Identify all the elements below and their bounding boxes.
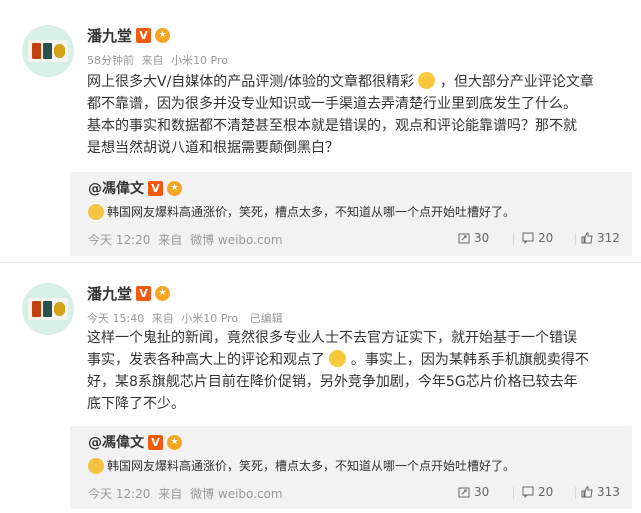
quote-source[interactable]: 微博 weibo.com	[190, 487, 283, 501]
like-icon	[581, 232, 593, 244]
medal-icon: ★	[167, 180, 182, 196]
edited-label[interactable]: 已编辑	[250, 312, 283, 325]
post-text-line: 是想当然胡说八道和根据需要颠倒黑白？	[87, 140, 339, 156]
like-icon	[581, 486, 593, 498]
quoted-text[interactable]: 韩国网友爆料高通涨价，笑死，槽点太多，不知道从哪一个点开始吐槽好了。	[107, 203, 515, 220]
post-body: 这样一个鬼扯的新闻，竟然很多专业人士不去官方证实下，就开始基于一个错误 事实，发…	[87, 327, 622, 415]
post-text-line: 基本的事实和数据都不清楚甚至根本就是错误的，观点和评论能靠谱吗？那不就	[87, 118, 577, 134]
verified-icon: V	[148, 180, 163, 196]
verified-icon: V	[136, 28, 152, 43]
repost-quote-card[interactable]: @馮偉文 V ★ 韩国网友爆料高通涨价，笑死，槽点太多，不知道从哪一个点开始吐槽…	[70, 172, 632, 256]
comment-count: 20	[538, 485, 554, 499]
verified-icon: V	[148, 434, 163, 450]
post-text-line: 好，某8系旗舰芯片目前在降价促销，另外竞争加剧，今年5G芯片价格已较去年	[87, 374, 578, 390]
post-time[interactable]: 58分钟前	[87, 54, 134, 67]
repost-count: 30	[474, 231, 490, 245]
thumbs-up-emoji-icon	[418, 72, 436, 89]
like-count: 313	[597, 485, 620, 499]
medal-icon: ★	[155, 286, 171, 301]
post-text-line: 事实，发表各种高大上的评论和观点了	[87, 352, 325, 368]
author-name-row: 潘九堂 V ★	[87, 25, 171, 46]
device-name[interactable]: 小米10 Pro	[171, 54, 228, 67]
avatar[interactable]	[22, 25, 74, 77]
quote-source[interactable]: 微博 weibo.com	[190, 233, 283, 247]
repost-count: 30	[474, 485, 490, 499]
laugh-emoji-icon	[329, 350, 347, 367]
repost-icon	[458, 233, 470, 244]
post-time[interactable]: 今天 15:40	[87, 312, 144, 325]
weibo-post: 潘九堂 V ★ 58分钟前 来自 小米10 Pro 网上很多大V/自媒体的产品评…	[0, 0, 641, 258]
comment-icon	[522, 232, 534, 244]
quoted-author-row: @馮偉文 V ★	[88, 178, 182, 198]
like-button[interactable]: 312	[581, 231, 620, 245]
quoted-text-row: 韩国网友爆料高通涨价，笑死，槽点太多，不知道从哪一个点开始吐槽好了。	[88, 457, 515, 474]
from-label: 来自	[158, 487, 183, 501]
like-button[interactable]: 313	[581, 485, 620, 499]
from-label: 来自	[158, 233, 183, 247]
repost-button[interactable]: 30	[458, 231, 489, 245]
quote-time[interactable]: 今天 12:20	[88, 487, 150, 501]
quoted-author[interactable]: @馮偉文	[88, 178, 144, 198]
author-name[interactable]: 潘九堂	[87, 283, 132, 304]
comment-count: 20	[538, 231, 554, 245]
weibo-post: 潘九堂 V ★ 今天 15:40 来自 小米10 Pro 已编辑 这样一个鬼扯的…	[0, 262, 641, 513]
post-body: 网上很多大V/自媒体的产品评测/体验的文章都很精彩 ，但大部分产业评论文章 都不…	[87, 71, 622, 159]
medal-icon: ★	[167, 434, 182, 450]
quoted-author[interactable]: @馮偉文	[88, 432, 144, 452]
avatar[interactable]	[22, 283, 74, 335]
comment-icon	[522, 486, 534, 498]
post-text-line: 。事实上，因为某韩系手机旗舰卖得不	[350, 352, 589, 368]
quote-time[interactable]: 今天 12:20	[88, 233, 150, 247]
post-text-line: 网上很多大V/自媒体的产品评测/体验的文章都很精彩	[87, 74, 415, 90]
face-emoji-icon	[88, 457, 104, 474]
medal-icon: ★	[155, 28, 171, 43]
device-name[interactable]: 小米10 Pro	[181, 312, 238, 325]
comment-button[interactable]: 20	[522, 485, 553, 499]
post-text-line: ，但大部分产业评论文章	[439, 74, 594, 90]
from-label: 来自	[141, 54, 164, 67]
quoted-text-row: 韩国网友爆料高通涨价，笑死，槽点太多，不知道从哪一个点开始吐槽好了。	[88, 203, 515, 220]
post-text-line: 这样一个鬼扯的新闻，竟然很多专业人士不去官方证实下，就开始基于一个错误	[87, 330, 577, 346]
from-label: 来自	[151, 312, 174, 325]
post-meta: 58分钟前 来自 小米10 Pro	[87, 52, 232, 68]
face-emoji-icon	[88, 203, 104, 220]
verified-icon: V	[136, 286, 152, 301]
quoted-author-row: @馮偉文 V ★	[88, 432, 182, 452]
post-text-line: 都不靠谱，因为很多并没专业知识或一手渠道去弄清楚行业里到底发生了什么。	[87, 96, 577, 112]
like-count: 312	[597, 231, 620, 245]
author-name[interactable]: 潘九堂	[87, 25, 132, 46]
author-name-row: 潘九堂 V ★	[87, 283, 171, 304]
comment-button[interactable]: 20	[522, 231, 553, 245]
repost-button[interactable]: 30	[458, 485, 489, 499]
quoted-text[interactable]: 韩国网友爆料高通涨价，笑死，槽点太多，不知道从哪一个点开始吐槽好了。	[107, 457, 515, 474]
repost-quote-card[interactable]: @馮偉文 V ★ 韩国网友爆料高通涨价，笑死，槽点太多，不知道从哪一个点开始吐槽…	[70, 426, 632, 509]
repost-icon	[458, 487, 470, 498]
post-meta: 今天 15:40 来自 小米10 Pro 已编辑	[87, 310, 287, 326]
post-text-line: 底下降了不少。	[87, 396, 185, 412]
